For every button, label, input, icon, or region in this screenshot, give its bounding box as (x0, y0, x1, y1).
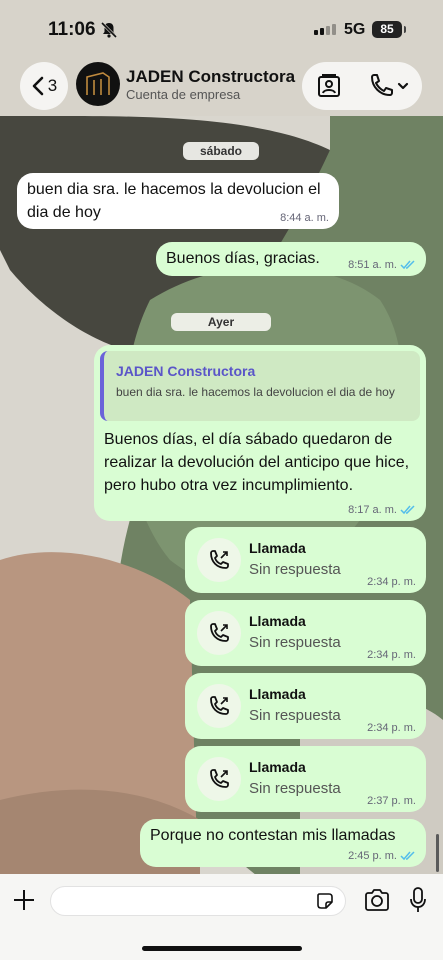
phone-icon[interactable] (368, 73, 412, 99)
call-title: Llamada (249, 540, 306, 556)
call-title: Llamada (249, 759, 306, 775)
bell-slash-icon (100, 21, 118, 39)
message-meta: 8:44 a. m. (280, 212, 329, 224)
call-status: Sin respuesta (249, 561, 341, 578)
message-time: 2:37 p. m. (367, 795, 416, 807)
message-time: 8:44 a. m. (280, 212, 329, 224)
camera-icon[interactable] (364, 888, 390, 912)
missed-call-icon (197, 611, 241, 655)
signal-strength-icon (314, 24, 336, 35)
sticker-icon[interactable] (316, 892, 334, 910)
message-meta: 2:37 p. m. (367, 795, 416, 807)
call-status: Sin respuesta (249, 707, 341, 724)
home-indicator (142, 946, 302, 951)
call-status: Sin respuesta (249, 780, 341, 797)
message-meta: 2:34 p. m. (367, 649, 416, 661)
double-check-icon (400, 851, 415, 861)
message-text: Porque no contestan mis llamadas (150, 827, 396, 844)
status-time: 11:06 (48, 19, 96, 40)
call-status: Sin respuesta (249, 634, 341, 651)
contact-subtitle: Cuenta de empresa (126, 87, 241, 102)
plus-icon[interactable] (12, 888, 36, 912)
message-time: 8:17 a. m. (348, 504, 397, 516)
message-outgoing-reply[interactable]: JADEN Constructora buen dia sra. le hace… (94, 345, 426, 521)
message-outgoing[interactable]: Porque no contestan mis llamadas 2:45 p.… (140, 819, 426, 867)
message-incoming[interactable]: buen dia sra. le hacemos la devolucion e… (17, 173, 339, 229)
network-type: 5G (344, 21, 366, 38)
missed-call-icon (197, 538, 241, 582)
catalog-icon[interactable] (316, 73, 342, 99)
message-outgoing[interactable]: Buenos días, gracias. 8:51 a. m. (156, 242, 426, 276)
header-actions (302, 62, 422, 110)
message-composer (0, 874, 443, 960)
company-logo-icon (86, 72, 110, 95)
chat-header: 3 JADEN Constructora Cuenta de empresa (0, 56, 443, 116)
message-input[interactable] (50, 886, 346, 916)
message-time: 8:51 a. m. (348, 259, 397, 271)
scrollbar[interactable] (436, 834, 439, 872)
date-separator: Ayer (171, 313, 271, 331)
date-separator: sábado (183, 142, 259, 160)
call-title: Llamada (249, 686, 306, 702)
call-message[interactable]: Llamada Sin respuesta 2:34 p. m. (185, 600, 426, 666)
double-check-icon (400, 505, 415, 515)
message-text: Buenos días, gracias. (166, 250, 320, 267)
message-time: 2:34 p. m. (367, 649, 416, 661)
missed-call-icon (197, 757, 241, 801)
contact-name[interactable]: JADEN Constructora (126, 67, 295, 87)
call-message[interactable]: Llamada Sin respuesta 2:34 p. m. (185, 527, 426, 593)
double-check-icon (400, 260, 415, 270)
battery-indicator: 85 (372, 21, 406, 38)
message-time: 2:34 p. m. (367, 722, 416, 734)
call-message[interactable]: Llamada Sin respuesta 2:34 p. m. (185, 673, 426, 739)
back-button[interactable]: 3 (20, 62, 68, 110)
message-meta: 2:34 p. m. (367, 722, 416, 734)
message-text: Buenos días, el día sábado quedaron de r… (104, 431, 410, 494)
call-message[interactable]: Llamada Sin respuesta 2:37 p. m. (185, 746, 426, 812)
contact-avatar[interactable] (76, 62, 120, 106)
quoted-message[interactable]: JADEN Constructora buen dia sra. le hace… (100, 351, 420, 421)
quoted-text: buen dia sra. le hacemos la devolucion e… (116, 385, 395, 399)
message-meta: 2:45 p. m. (348, 850, 416, 862)
mic-icon[interactable] (408, 886, 428, 914)
message-time: 2:45 p. m. (348, 850, 397, 862)
call-title: Llamada (249, 613, 306, 629)
unread-count: 3 (47, 76, 58, 95)
message-meta: 8:17 a. m. (348, 504, 416, 516)
message-meta: 2:34 p. m. (367, 576, 416, 588)
message-time: 2:34 p. m. (367, 576, 416, 588)
missed-call-icon (197, 684, 241, 728)
status-bar: 11:06 5G 85 (0, 0, 443, 56)
chevron-down-icon (397, 82, 409, 90)
back-chevron-icon (32, 76, 44, 96)
quoted-author: JADEN Constructora (116, 363, 256, 379)
message-meta: 8:51 a. m. (348, 259, 416, 271)
